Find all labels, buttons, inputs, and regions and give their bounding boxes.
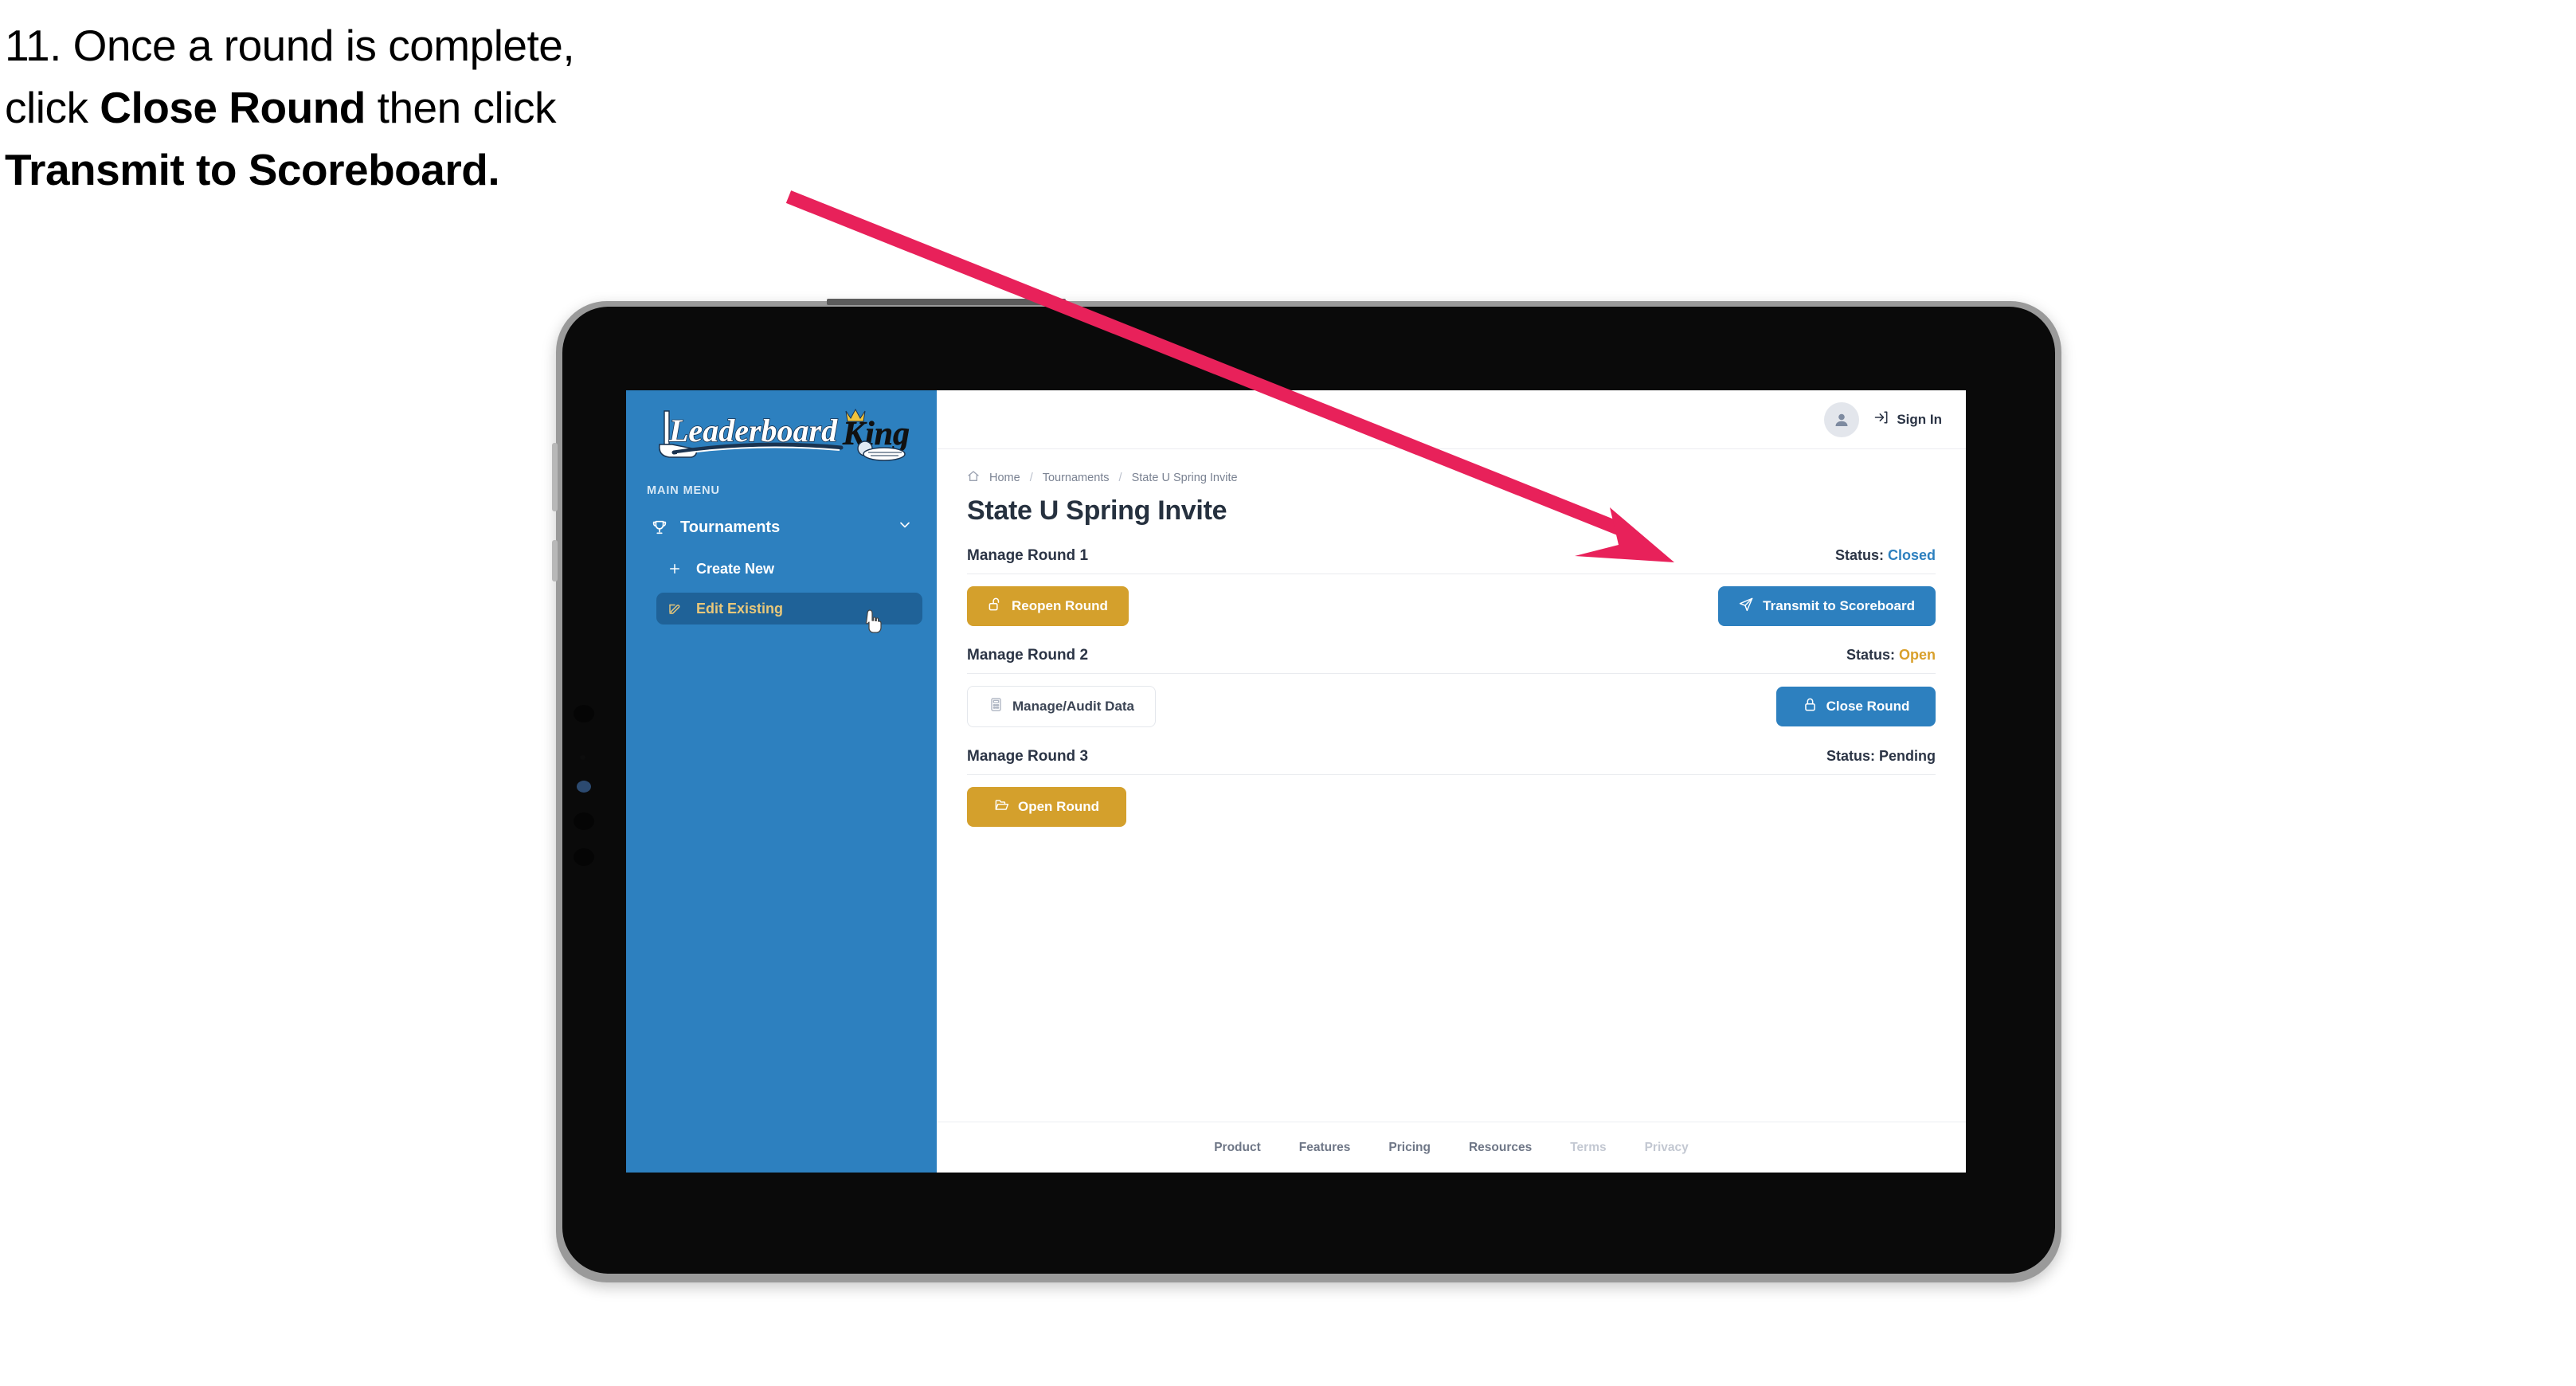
user-avatar-icon [1835,413,1848,426]
status-badge: Status: Pending [1826,748,1936,765]
plus-icon [666,560,683,578]
tablet-top-speaker [827,299,1066,305]
sign-in-button[interactable]: Sign In [1873,409,1942,429]
sign-in-label: Sign In [1897,411,1942,427]
breadcrumb-item-home[interactable]: Home [989,472,1020,484]
trophy-icon [650,518,669,537]
footer-link-privacy[interactable]: Privacy [1645,1141,1689,1155]
status-label: Status: [1834,547,1884,563]
leaderboard-king-logo-icon: Leaderboard King [658,408,910,461]
footer-link-pricing[interactable]: Pricing [1388,1141,1431,1155]
footer-link-product[interactable]: Product [1214,1141,1261,1155]
mouse-cursor-pointer-icon [865,609,886,633]
breadcrumb-item-current[interactable]: State U Spring Invite [1132,472,1238,484]
sidebar-section-label: MAIN MENU [647,484,720,497]
sign-in-icon [1873,409,1889,429]
status-value: Closed [1887,547,1936,563]
footer: Product Features Pricing Resources Terms… [937,1122,1966,1173]
button-label: Manage/Audit Data [1012,699,1135,714]
round-header: Manage Round 2 Status: Open [967,647,1936,674]
lock-icon [1803,697,1818,716]
breadcrumb: Home / Tournaments / State U Spring Invi… [967,470,1936,486]
svg-text:Leaderboard: Leaderboard [668,413,838,448]
avatar[interactable] [1824,401,1860,437]
button-label: Transmit to Scoreboard [1763,598,1915,613]
status-badge: Status: Open [1846,647,1936,664]
round-name: Manage Round 2 [967,647,1089,664]
bezel-dot-icon [574,812,594,830]
caption-line-1-text: 11. Once a round is complete, [5,21,575,70]
open-round-button[interactable]: Open Round [967,787,1126,827]
tablet-power-button [552,443,558,511]
footer-link-terms[interactable]: Terms [1570,1141,1606,1155]
close-round-button[interactable]: Close Round [1776,687,1936,726]
sidebar-item-label: Edit Existing [696,600,784,617]
page-body: Home / Tournaments / State U Spring Invi… [937,449,1966,827]
round-section-3: Manage Round 3 Status: Pending Open Roun… [967,748,1936,827]
status-badge: Status: Closed [1835,547,1936,564]
round-section-1: Manage Round 1 Status: Closed Reopen Rou… [967,547,1936,626]
round-actions: Open Round [967,787,1936,827]
round-section-2: Manage Round 2 Status: Open Manage/Audit… [967,647,1936,727]
instruction-caption: 11. Once a round is complete, click Clos… [5,14,849,201]
round-header: Manage Round 1 Status: Closed [967,547,1936,574]
sidebar-item-label: Tournaments [680,518,781,536]
status-value: Open [1898,647,1936,663]
round-name: Manage Round 1 [967,547,1089,564]
status-label: Status: [1846,647,1895,663]
home-icon[interactable] [967,470,980,486]
status-label: Status: [1826,748,1875,764]
open-folder-icon [994,797,1009,816]
caption-line-2-prefix: click [5,83,100,133]
bezel-dot-icon [580,755,585,760]
round-actions: Reopen Round Transmit to Scoreboard [967,586,1936,626]
sidebar-item-label: Create New [696,560,775,577]
main-content: Sign In Home / Tournaments / State U Spr… [937,390,1966,1173]
footer-link-features[interactable]: Features [1299,1141,1351,1155]
bezel-led-icon [577,781,591,793]
button-label: Open Round [1018,799,1099,814]
round-actions: Manage/Audit Data Close Round [967,686,1936,727]
caption-close-round-emphasis: Close Round [100,83,366,133]
caption-line-1: 11. Once a round is complete, [5,14,849,76]
unlock-icon [988,597,1003,616]
edit-square-icon [666,600,683,617]
screenshot-root: 11. Once a round is complete, click Clos… [0,0,2576,1386]
reopen-round-button[interactable]: Reopen Round [967,586,1129,626]
breadcrumb-separator: / [1118,472,1122,484]
round-name: Manage Round 3 [967,748,1089,765]
top-bar: Sign In [937,390,1966,449]
breadcrumb-item-tournaments[interactable]: Tournaments [1043,472,1110,484]
caption-transmit-emphasis: Transmit to Scoreboard. [5,145,500,195]
chevron-down-icon[interactable] [897,517,913,538]
caption-line-2: click Close Round then click [5,76,849,139]
bezel-dot-icon [574,705,594,722]
button-label: Reopen Round [1012,598,1108,613]
paper-plane-icon [1739,597,1754,616]
button-label: Close Round [1826,699,1910,714]
tablet-volume-button [552,540,558,581]
sidebar: Leaderboard King MAIN MENU Tournaments C… [626,390,937,1173]
sidebar-item-tournaments[interactable]: Tournaments [640,510,922,545]
caption-line-3: Transmit to Scoreboard. [5,139,849,201]
page-title: State U Spring Invite [967,495,1227,526]
caption-line-2-suffix: then click [365,83,557,133]
tablet-screen: Leaderboard King MAIN MENU Tournaments C… [626,390,1966,1173]
breadcrumb-separator: / [1029,472,1033,484]
calculator-icon [989,697,1004,716]
sidebar-item-create-new[interactable]: Create New [656,553,922,585]
round-header: Manage Round 3 Status: Pending [967,748,1936,775]
footer-link-resources[interactable]: Resources [1469,1141,1532,1155]
bezel-dot-icon [574,848,594,866]
transmit-to-scoreboard-button[interactable]: Transmit to Scoreboard [1718,586,1936,626]
manage-audit-data-button[interactable]: Manage/Audit Data [967,686,1157,727]
svg-text:King: King [842,416,910,452]
status-value: Pending [1879,748,1936,764]
app-logo[interactable]: Leaderboard King [626,390,937,473]
